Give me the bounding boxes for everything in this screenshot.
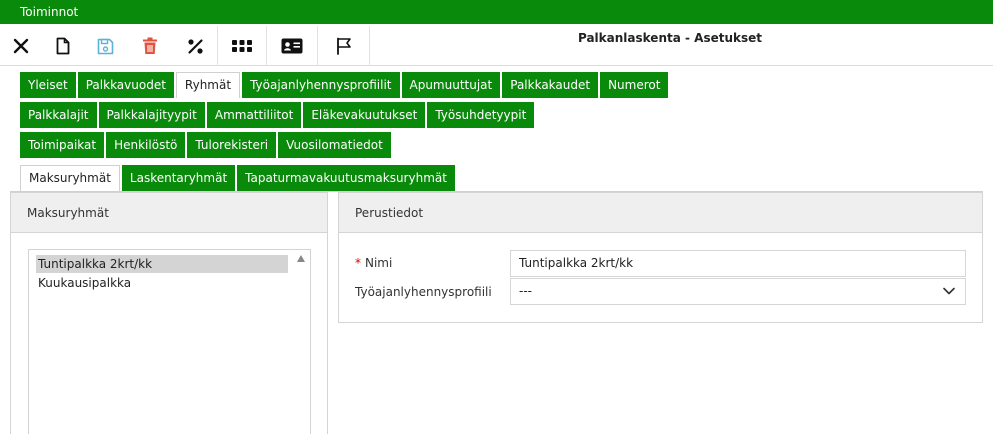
panel-title: Maksuryhmät (11, 193, 327, 233)
panel-title: Perustiedot (339, 193, 982, 233)
page-title: Palkanlaskenta - Asetukset (577, 31, 762, 45)
new-button[interactable] (42, 26, 84, 66)
tab-row-1: Yleiset Palkkavuodet Ryhmät Työajanlyhen… (20, 72, 670, 98)
tab-tyosuhdetyypit[interactable]: Työsuhdetyypit (427, 102, 535, 128)
tab-row-2: Palkkalajit Palkkalajityypit Ammattiliit… (20, 102, 536, 128)
percent-icon (187, 38, 203, 54)
save-icon (97, 38, 113, 54)
tab-tyoajanlyhennysprofiilit[interactable]: Työajanlyhennysprofiilit (242, 72, 400, 98)
new-document-icon (56, 37, 70, 55)
actions-bar: Toiminnot (0, 0, 993, 24)
tab-henkilosto[interactable]: Henkilöstö (106, 132, 186, 158)
delete-button[interactable] (126, 26, 174, 66)
subtab-row: Maksuryhmät Laskentaryhmät Tapaturmavaku… (20, 165, 457, 191)
required-marker: * (355, 256, 361, 270)
profile-select-value: --- (519, 284, 532, 298)
tab-vuosilomatiedot[interactable]: Vuosilomatiedot (278, 132, 391, 158)
tab-elakevakuutukset[interactable]: Eläkevakuutukset (303, 102, 426, 128)
toolbar-separator (369, 26, 370, 66)
trash-icon (143, 37, 157, 54)
tab-ryhmat[interactable]: Ryhmät (175, 72, 241, 98)
card-button[interactable] (267, 26, 317, 66)
save-button[interactable] (84, 26, 126, 66)
tab-row-3: Toimipaikat Henkilöstö Tulorekisteri Vuo… (20, 132, 393, 158)
list-item[interactable]: Kuukausipalkka (36, 274, 288, 292)
list-item[interactable]: Tuntipalkka 2krt/kk (36, 255, 288, 273)
subtab-laskentaryhmat[interactable]: Laskentaryhmät (121, 165, 236, 191)
close-button[interactable] (0, 26, 42, 66)
apps-button[interactable] (218, 26, 266, 66)
tab-ammattiliitot[interactable]: Ammattiliitot (206, 102, 302, 128)
toolbar: Palkanlaskenta - Asetukset (0, 26, 993, 66)
actions-title: Toiminnot (20, 5, 79, 19)
tab-palkkalajit[interactable]: Palkkalajit (20, 102, 97, 128)
tab-numerot[interactable]: Numerot (600, 72, 669, 98)
profile-select[interactable]: --- (510, 278, 966, 305)
tab-apumuuttujat[interactable]: Apumuuttujat (401, 72, 501, 98)
name-field[interactable]: Tuntipalkka 2krt/kk (510, 250, 966, 277)
grid-dots-icon (232, 40, 252, 52)
chevron-down-icon (943, 287, 955, 295)
tab-tulorekisteri[interactable]: Tulorekisteri (187, 132, 277, 158)
tab-yleiset[interactable]: Yleiset (20, 72, 76, 98)
profile-label: Työajanlyhennysprofiili (355, 285, 492, 299)
subtab-tapaturmavakuutusmaksuryhmat[interactable]: Tapaturmavakuutusmaksuryhmät (237, 165, 455, 191)
tab-palkkavuodet[interactable]: Palkkavuodet (77, 72, 174, 98)
group-listbox[interactable]: Tuntipalkka 2krt/kk Kuukausipalkka (28, 249, 311, 434)
name-label-text: Nimi (365, 256, 393, 270)
close-icon (13, 38, 29, 54)
tab-palkkalajityypit[interactable]: Palkkalajityypit (98, 102, 205, 128)
flag-icon (336, 37, 351, 55)
percent-button[interactable] (174, 26, 216, 66)
flag-button[interactable] (318, 26, 369, 66)
tab-palkkakaudet[interactable]: Palkkakaudet (502, 72, 599, 98)
id-card-icon (281, 38, 303, 54)
name-field-value: Tuntipalkka 2krt/kk (519, 256, 634, 270)
scroll-up-arrow-icon[interactable] (297, 255, 305, 262)
name-label: * Nimi (355, 256, 392, 270)
subtab-maksuryhmat[interactable]: Maksuryhmät (20, 165, 120, 191)
tab-toimipaikat[interactable]: Toimipaikat (20, 132, 105, 158)
